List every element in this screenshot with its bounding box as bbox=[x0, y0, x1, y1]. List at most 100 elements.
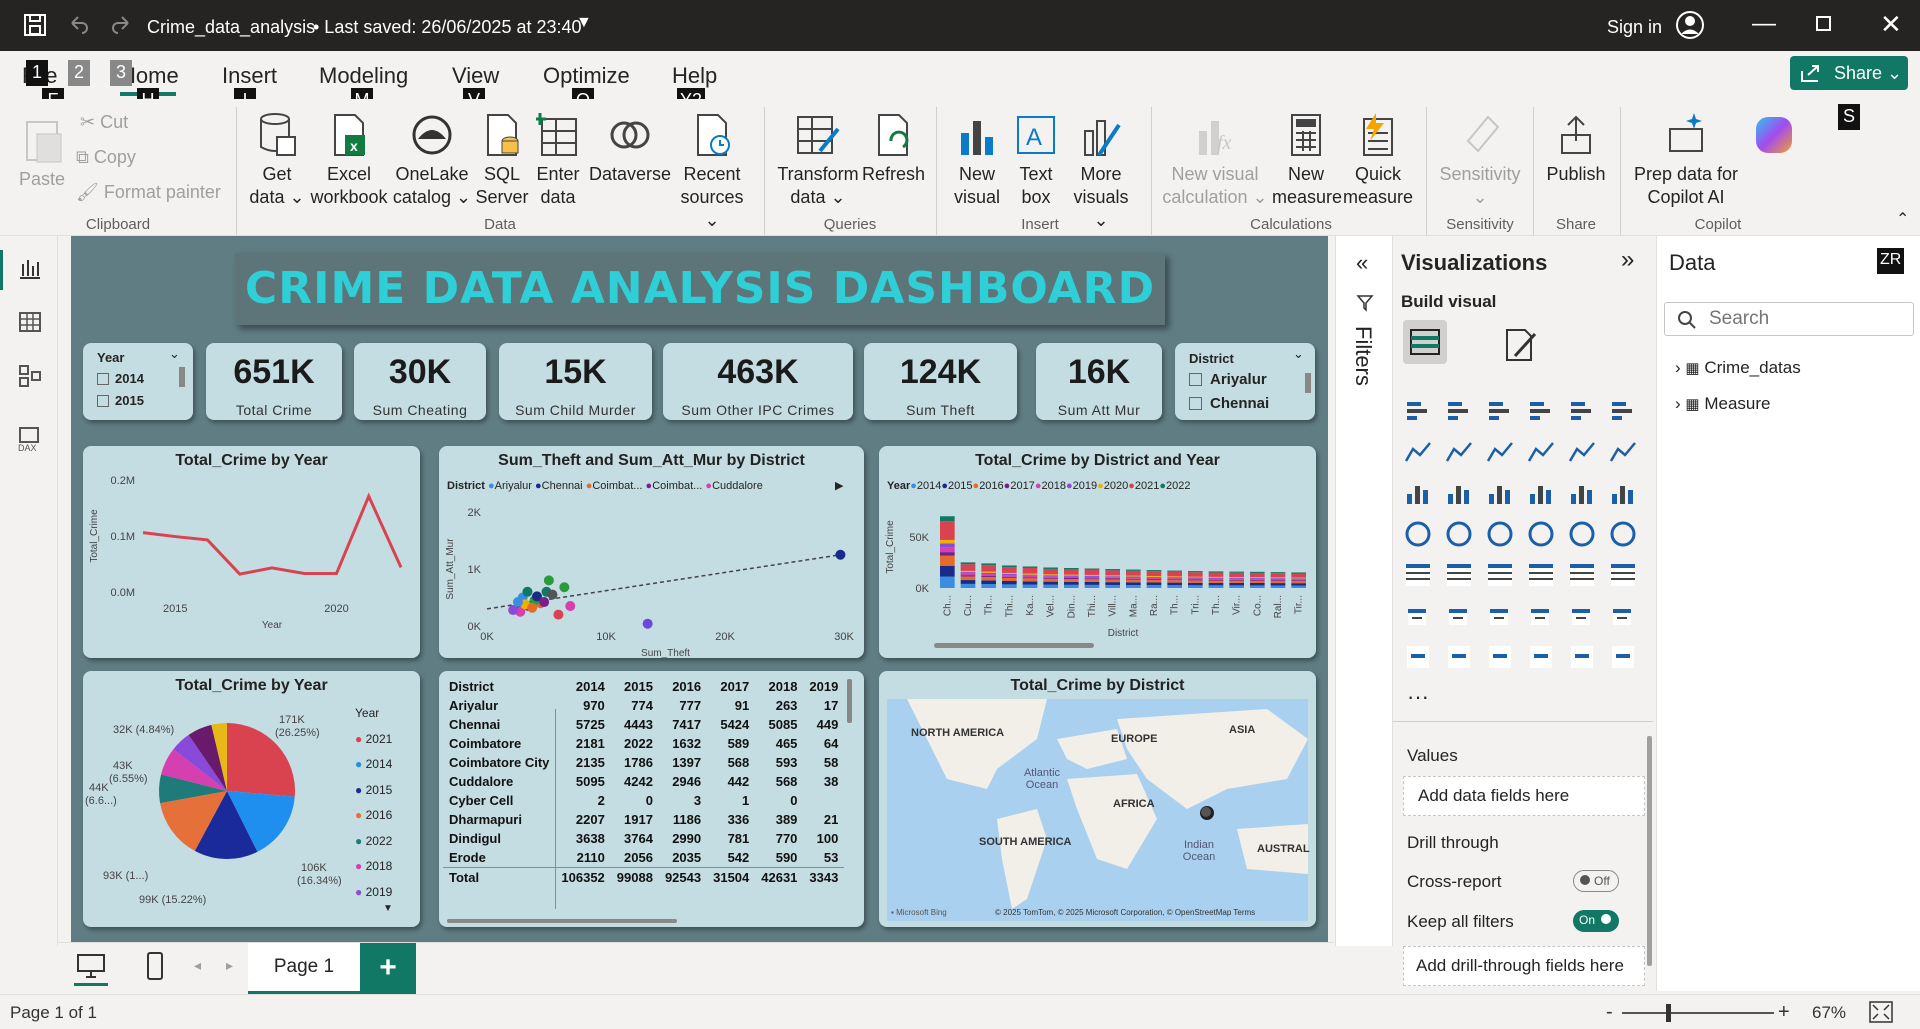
100-area-icon[interactable] bbox=[1526, 437, 1558, 469]
undo-icon[interactable] bbox=[66, 13, 90, 37]
map-card[interactable]: Total_Crime by District NORTH AMERICA EU… bbox=[879, 671, 1316, 927]
azure-map-icon[interactable] bbox=[1526, 519, 1558, 551]
file-name[interactable]: Crime_data_analysis bbox=[147, 17, 315, 38]
column-header[interactable]: 2018 bbox=[755, 677, 803, 696]
table-row[interactable]: Coimbatore 2181 2022 1632 589 465 64 bbox=[443, 734, 844, 753]
table-row[interactable]: Dharmapuri 2207 1917 1186 336 389 21 bbox=[443, 810, 844, 829]
area-chart-icon[interactable] bbox=[1444, 437, 1476, 469]
format-visual-icon[interactable] bbox=[1501, 326, 1539, 364]
column-header[interactable]: 2015 bbox=[611, 677, 659, 696]
tab-page-1[interactable]: Page 1 bbox=[248, 943, 360, 995]
text-box-button[interactable]: A Text box bbox=[1010, 111, 1062, 209]
kpi-card-att-mur[interactable]: 16K Sum Att Mur bbox=[1036, 343, 1162, 420]
stacked-bar-icon[interactable] bbox=[1403, 396, 1435, 428]
transform-data-button[interactable]: Transform data ⌄ bbox=[776, 111, 860, 209]
multi-card-icon[interactable] bbox=[1403, 560, 1435, 592]
user-avatar-icon[interactable] bbox=[1675, 10, 1705, 40]
chevron-right-icon[interactable]: › bbox=[1675, 358, 1681, 377]
build-visual-tab[interactable] bbox=[1403, 320, 1447, 364]
more-visuals-ellipsis-icon[interactable]: ··· bbox=[1407, 684, 1429, 710]
zoom-out-button[interactable]: - bbox=[1606, 1001, 1613, 1024]
legend-scroll-down-icon[interactable]: ▼ bbox=[383, 903, 393, 914]
legend-item[interactable]: ● 2019 bbox=[355, 880, 392, 906]
line-clustered-icon[interactable] bbox=[1608, 437, 1640, 469]
qa-icon[interactable] bbox=[1526, 601, 1558, 633]
checkbox[interactable] bbox=[1189, 397, 1202, 410]
chevron-down-icon[interactable]: ⌄ bbox=[1293, 346, 1304, 362]
scrollbar[interactable] bbox=[1647, 736, 1652, 966]
refresh-button[interactable]: Refresh bbox=[862, 111, 925, 186]
python-visual-icon[interactable] bbox=[1403, 601, 1435, 633]
desktop-layout-icon[interactable] bbox=[76, 953, 106, 979]
district-slicer[interactable]: District ⌄ Ariyalur Chennai bbox=[1175, 343, 1315, 420]
100-bar-icon[interactable] bbox=[1567, 396, 1599, 428]
key-influencers-icon[interactable] bbox=[1444, 601, 1476, 633]
kpi-card-total-crime[interactable]: 651K Total Crime bbox=[206, 343, 342, 420]
column-header[interactable]: 2016 bbox=[659, 677, 707, 696]
legend-item[interactable]: ● 2021 bbox=[355, 727, 392, 753]
smart-narrative-icon[interactable] bbox=[1567, 601, 1599, 633]
ribbon-chart-icon[interactable] bbox=[1403, 478, 1435, 510]
donut-icon[interactable] bbox=[1608, 478, 1640, 510]
collapse-ribbon-icon[interactable]: ⌃ bbox=[1896, 209, 1909, 229]
legend-item[interactable]: ● 2014 bbox=[355, 752, 392, 778]
share-button[interactable]: Share ⌄ bbox=[1790, 56, 1908, 90]
scrollbar[interactable] bbox=[847, 679, 852, 723]
slicer-item[interactable]: Chennai bbox=[1189, 395, 1269, 413]
cross-report-toggle[interactable]: Off bbox=[1573, 870, 1619, 892]
card-icon[interactable] bbox=[1608, 519, 1640, 551]
kpi-card-theft[interactable]: 124K Sum Theft bbox=[864, 343, 1017, 420]
new-visual-button[interactable]: New visual bbox=[948, 111, 1006, 209]
filled-map-icon[interactable] bbox=[1485, 519, 1517, 551]
slicer-item[interactable]: 2014 bbox=[97, 371, 144, 386]
chevron-down-icon[interactable]: ⌄ bbox=[169, 346, 180, 362]
table-row[interactable]: Coimbatore City 2135 1786 1397 568 593 58 bbox=[443, 753, 844, 772]
line-chart-icon[interactable] bbox=[1403, 437, 1435, 469]
legend-item[interactable]: ● 2016 bbox=[355, 803, 392, 829]
scatter-icon[interactable] bbox=[1526, 478, 1558, 510]
tab-insert[interactable]: Insert bbox=[222, 63, 277, 89]
power-apps-icon[interactable] bbox=[1526, 642, 1558, 674]
clustered-column-icon[interactable] bbox=[1526, 396, 1558, 428]
new-measure-button[interactable]: New measure bbox=[1272, 111, 1342, 209]
zoom-slider-thumb[interactable] bbox=[1666, 1004, 1671, 1022]
line-column-icon[interactable] bbox=[1567, 437, 1599, 469]
paste-button[interactable]: Paste bbox=[18, 114, 66, 191]
waterfall-icon[interactable] bbox=[1444, 478, 1476, 510]
kpi-card-other-ipc[interactable]: 463K Sum Other IPC Crimes bbox=[663, 343, 853, 420]
add-page-button[interactable]: + bbox=[360, 943, 416, 995]
checkbox[interactable] bbox=[97, 373, 109, 385]
map-credit[interactable]: © 2025 TomTom, © 2025 Microsoft Corporat… bbox=[995, 908, 1255, 917]
chevron-right-icon[interactable]: › bbox=[1675, 394, 1681, 413]
maximize-icon[interactable] bbox=[1816, 16, 1831, 31]
enter-data-button[interactable]: Enter data bbox=[532, 111, 584, 209]
mobile-layout-icon[interactable] bbox=[146, 951, 164, 981]
column-header[interactable]: 2017 bbox=[707, 677, 755, 696]
funnel-icon[interactable] bbox=[1485, 478, 1517, 510]
format-painter-button[interactable]: 🖌 Format painter bbox=[76, 181, 221, 204]
metrics-icon[interactable] bbox=[1608, 601, 1640, 633]
expand-filters-icon[interactable]: « bbox=[1356, 250, 1368, 276]
copy-button[interactable]: ⧉ Copy bbox=[76, 146, 136, 169]
copilot-button[interactable] bbox=[1744, 111, 1804, 163]
tab-help[interactable]: Help bbox=[672, 63, 717, 89]
100-column-icon[interactable] bbox=[1608, 396, 1640, 428]
save-icon[interactable] bbox=[22, 12, 48, 38]
power-automate-icon[interactable] bbox=[1485, 642, 1517, 674]
card-new-icon[interactable] bbox=[1444, 642, 1476, 674]
table-node[interactable]: › ▦ Crime_datas bbox=[1675, 358, 1801, 378]
onelake-catalog-button[interactable]: OneLake catalog ⌄ bbox=[392, 111, 472, 209]
values-drop-well[interactable]: Add data fields here bbox=[1403, 776, 1645, 816]
collapse-pane-icon[interactable]: » bbox=[1621, 246, 1634, 274]
stacked-column-icon[interactable] bbox=[1444, 396, 1476, 428]
treemap-icon[interactable] bbox=[1403, 519, 1435, 551]
chevron-down-icon[interactable]: ▼ bbox=[576, 14, 592, 32]
table-row[interactable]: Chennai 5725 4443 7417 5424 5085 449 bbox=[443, 715, 844, 734]
scrollbar[interactable] bbox=[447, 919, 677, 923]
zoom-in-button[interactable]: + bbox=[1778, 1001, 1790, 1024]
close-icon[interactable]: ✕ bbox=[1880, 9, 1902, 40]
scrollbar[interactable] bbox=[1305, 373, 1311, 393]
tab-optimize[interactable]: Optimize bbox=[543, 63, 630, 89]
kpi-card-cheating[interactable]: 30K Sum Cheating bbox=[354, 343, 486, 420]
get-data-button[interactable]: Get data ⌄ bbox=[247, 111, 307, 209]
